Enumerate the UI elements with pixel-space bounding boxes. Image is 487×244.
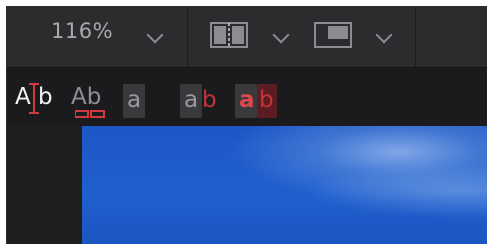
- text-cursor-tool[interactable]: A b: [15, 82, 61, 118]
- toolbar-divider: [187, 7, 188, 67]
- zoom-control[interactable]: 116%: [7, 7, 187, 67]
- tool-label: Ab: [71, 84, 102, 110]
- tool-letter: a: [127, 87, 142, 113]
- tool-letter: a: [184, 87, 199, 113]
- chevron-down-icon[interactable]: [375, 26, 393, 44]
- letter-chip: a: [235, 84, 257, 118]
- letter-chip: a: [180, 84, 202, 118]
- letter-chip: b: [257, 84, 277, 118]
- zoom-value: 116%: [51, 19, 114, 43]
- tool-letter: b: [202, 87, 217, 113]
- single-view-icon[interactable]: [314, 22, 352, 48]
- tool-letter: a: [239, 87, 255, 113]
- ab-pair-tool[interactable]: a b: [180, 84, 224, 118]
- split-view-icon[interactable]: [210, 22, 248, 48]
- underline-tool[interactable]: Ab: [71, 82, 111, 118]
- chevron-down-icon[interactable]: [272, 26, 290, 44]
- letter-a-tool[interactable]: a: [123, 84, 145, 118]
- chevron-down-icon[interactable]: [146, 26, 164, 44]
- ab-red-tool[interactable]: a b: [235, 84, 279, 118]
- toolbar-divider: [415, 7, 416, 67]
- image-canvas[interactable]: [82, 126, 487, 244]
- underline-marker-icon: [75, 110, 105, 118]
- viewer-toolbar: 116%: [7, 7, 487, 68]
- canvas-gutter: [7, 126, 82, 244]
- text-tools-row: A b Ab a a b a b: [7, 68, 487, 126]
- tool-letter: b: [259, 87, 274, 113]
- text-cursor-icon: [29, 83, 39, 114]
- editor-frame: 116% A b Ab a a b a b: [6, 6, 487, 244]
